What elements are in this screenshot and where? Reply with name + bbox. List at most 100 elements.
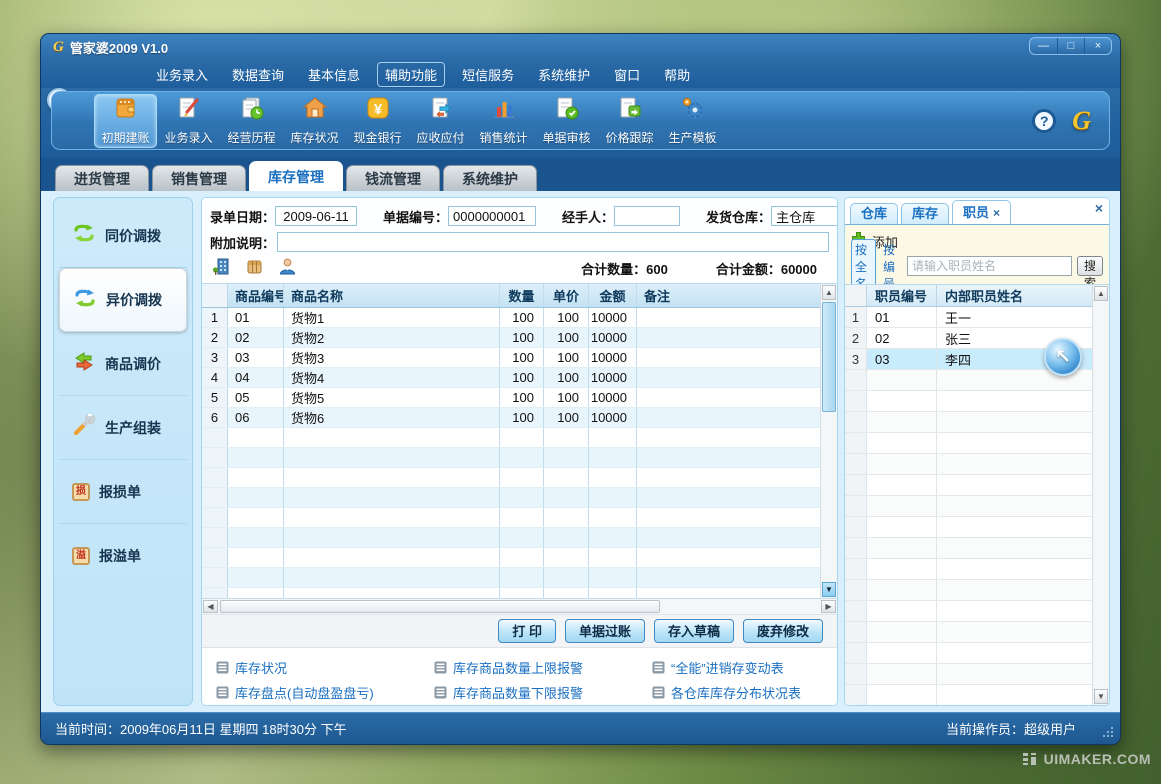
scrollbar-thumb[interactable] xyxy=(220,600,660,613)
items-vertical-scrollbar[interactable]: ▲ ▼ xyxy=(820,284,837,598)
sidebar-item-same-price-transfer[interactable]: 同价调拨 xyxy=(59,204,187,268)
items-table-row[interactable] xyxy=(202,588,820,598)
items-table-row[interactable]: 404货物410010010000 xyxy=(202,368,820,388)
link-stock-upper-alert[interactable]: 库存商品数量上限报警 xyxy=(434,655,652,680)
tab-sales-mgmt[interactable]: 销售管理 xyxy=(152,165,246,191)
staff-search-input[interactable] xyxy=(907,256,1072,276)
ship-warehouse-input[interactable] xyxy=(771,206,838,226)
scroll-up-icon[interactable]: ▲ xyxy=(1094,286,1108,301)
stock-lookup-icon[interactable] xyxy=(245,257,264,281)
link-stock-count[interactable]: 库存盘点(自动盘盈盘亏) xyxy=(216,680,434,705)
staff-vertical-scrollbar[interactable]: ▲ ▼ xyxy=(1092,285,1109,705)
tab-staff[interactable]: 职员× xyxy=(952,200,1011,224)
sidebar-item-price-adjust[interactable]: 商品调价 xyxy=(59,332,187,396)
toolbar-item-history[interactable]: 经营历程 xyxy=(220,94,283,148)
items-table-row[interactable] xyxy=(202,448,820,468)
staff-lookup-icon[interactable] xyxy=(278,257,297,281)
staff-table-row[interactable] xyxy=(845,622,1092,643)
tab-inventory-mgmt[interactable]: 库存管理 xyxy=(249,161,343,191)
warehouse-lookup-icon[interactable] xyxy=(212,257,231,281)
save-draft-button[interactable]: 存入草稿 xyxy=(654,619,734,643)
items-table-row[interactable] xyxy=(202,468,820,488)
discard-changes-button[interactable]: 废弃修改 xyxy=(743,619,823,643)
items-table-row[interactable] xyxy=(202,488,820,508)
items-table-row[interactable] xyxy=(202,548,820,568)
staff-table-row[interactable] xyxy=(845,433,1092,454)
items-table-row[interactable]: 606货物610010010000 xyxy=(202,408,820,428)
toolbar-item-doc-audit[interactable]: 单据审核 xyxy=(535,94,598,148)
scroll-down-icon[interactable]: ▼ xyxy=(822,582,836,597)
staff-table-row[interactable] xyxy=(845,454,1092,475)
toolbar-item-payables[interactable]: 应收应付 xyxy=(409,94,472,148)
items-table-row[interactable] xyxy=(202,568,820,588)
staff-table-row[interactable] xyxy=(845,580,1092,601)
menu-item-help[interactable]: 帮助 xyxy=(657,63,697,86)
tab-close-icon[interactable]: × xyxy=(993,206,1000,220)
scroll-left-icon[interactable]: ◀ xyxy=(203,600,218,613)
print-button[interactable]: 打 印 xyxy=(498,619,556,643)
tab-purchase-mgmt[interactable]: 进货管理 xyxy=(55,165,149,191)
staff-table-row[interactable] xyxy=(845,559,1092,580)
toolbar-item-price-track[interactable]: 价格跟踪 xyxy=(598,94,661,148)
sidebar-item-diff-price-transfer[interactable]: 异价调拨 xyxy=(59,268,187,332)
close-button[interactable]: × xyxy=(1084,38,1111,54)
items-table-row[interactable]: 303货物310010010000 xyxy=(202,348,820,368)
sidebar-item-surplus-report[interactable]: 溢 报溢单 xyxy=(59,524,187,588)
menu-item-business-entry[interactable]: 业务录入 xyxy=(149,63,215,86)
sidebar-item-loss-report[interactable]: 损 报损单 xyxy=(59,460,187,524)
menu-item-system-maint[interactable]: 系统维护 xyxy=(531,63,597,86)
menu-item-aux-functions[interactable]: 辅助功能 xyxy=(377,62,445,87)
post-voucher-button[interactable]: 单据过账 xyxy=(565,619,645,643)
toolbar-item-prod-template[interactable]: 生产模板 xyxy=(661,94,724,148)
staff-table-row[interactable]: 101王一 xyxy=(845,307,1092,328)
items-table-row[interactable]: 505货物510010010000 xyxy=(202,388,820,408)
items-table-row[interactable]: 101货物110010010000 xyxy=(202,308,820,328)
sidebar-item-assembly[interactable]: 生产组装 xyxy=(59,396,187,460)
toolbar-item-sales-stats[interactable]: 销售统计 xyxy=(472,94,535,148)
link-stock-lower-alert[interactable]: 库存商品数量下限报警 xyxy=(434,680,652,705)
minimize-button[interactable]: — xyxy=(1030,38,1057,54)
panel-close-icon[interactable]: × xyxy=(1095,200,1103,216)
link-stock-status[interactable]: 库存状况 xyxy=(216,655,434,680)
scroll-right-icon[interactable]: ▶ xyxy=(821,600,836,613)
search-button[interactable]: 搜索 xyxy=(1077,256,1103,276)
link-allpowerful-flow-report[interactable]: “全能”进销存变动表 xyxy=(652,655,837,680)
staff-table-row[interactable] xyxy=(845,496,1092,517)
staff-table-row[interactable] xyxy=(845,685,1092,705)
scroll-up-icon[interactable]: ▲ xyxy=(822,285,836,300)
doc-number-input[interactable] xyxy=(448,206,536,226)
staff-table-row[interactable] xyxy=(845,475,1092,496)
items-horizontal-scrollbar[interactable]: ◀ ▶ xyxy=(202,599,837,615)
staff-table-row[interactable] xyxy=(845,391,1092,412)
tab-cashflow-mgmt[interactable]: 钱流管理 xyxy=(346,165,440,191)
staff-table-row[interactable] xyxy=(845,601,1092,622)
scrollbar-thumb[interactable] xyxy=(822,302,836,412)
items-table-row[interactable] xyxy=(202,428,820,448)
tab-warehouse[interactable]: 仓库 xyxy=(850,203,898,224)
entry-date-input[interactable] xyxy=(275,206,357,226)
staff-table-row[interactable] xyxy=(845,412,1092,433)
staff-table-row[interactable] xyxy=(845,643,1092,664)
menu-item-basic-info[interactable]: 基本信息 xyxy=(301,63,367,86)
maximize-button[interactable]: □ xyxy=(1057,38,1084,54)
staff-table-row[interactable] xyxy=(845,538,1092,559)
items-table-row[interactable] xyxy=(202,528,820,548)
tab-system-maint[interactable]: 系统维护 xyxy=(443,165,537,191)
toolbar-item-business-entry[interactable]: 业务录入 xyxy=(157,94,220,148)
handler-input[interactable] xyxy=(614,206,680,226)
items-table-row[interactable]: 202货物210010010000 xyxy=(202,328,820,348)
staff-table-row[interactable] xyxy=(845,664,1092,685)
scroll-down-icon[interactable]: ▼ xyxy=(1094,689,1108,704)
help-icon[interactable]: ? xyxy=(1032,109,1056,133)
note-input[interactable] xyxy=(277,232,829,252)
menu-item-data-query[interactable]: 数据查询 xyxy=(225,63,291,86)
toolbar-item-stock-status[interactable]: 库存状况 xyxy=(283,94,346,148)
resize-grip[interactable] xyxy=(1102,727,1114,739)
staff-table-row[interactable] xyxy=(845,517,1092,538)
items-table-row[interactable] xyxy=(202,508,820,528)
toolbar-item-cash-bank[interactable]: ¥ 现金银行 xyxy=(346,94,409,148)
menu-item-window[interactable]: 窗口 xyxy=(607,63,647,86)
toolbar-item-initial-setup[interactable]: 初期建账 xyxy=(94,94,157,148)
link-warehouse-distribution[interactable]: 各仓库库存分布状况表 xyxy=(652,680,837,705)
tab-stock[interactable]: 库存 xyxy=(901,203,949,224)
